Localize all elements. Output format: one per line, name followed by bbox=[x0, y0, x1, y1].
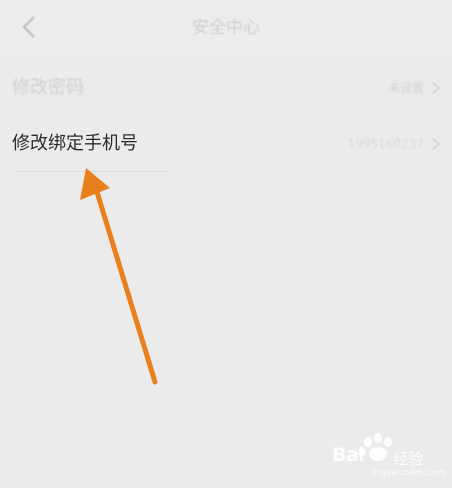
change-password-label: 修改密码 bbox=[12, 77, 84, 98]
row-divider bbox=[16, 171, 168, 172]
change-password-row[interactable]: 修改密码 未设置 bbox=[0, 60, 452, 116]
change-password-status: 未设置 bbox=[387, 81, 424, 95]
watermark-brand: Bai bbox=[332, 444, 365, 466]
change-bound-phone-row[interactable]: 修改绑定手机号 1995160237 bbox=[0, 116, 452, 172]
watermark-product: 经验 bbox=[393, 450, 424, 468]
bound-phone-number: 1995160237 bbox=[347, 137, 424, 151]
top-bar: 安全中心 bbox=[0, 0, 452, 56]
chevron-right-icon bbox=[432, 82, 441, 94]
chevron-right-icon bbox=[432, 138, 441, 150]
change-bound-phone-label: 修改绑定手机号 bbox=[12, 133, 138, 154]
watermark-url: jingyan.baidu.com bbox=[372, 468, 446, 477]
page-title: 安全中心 bbox=[192, 18, 260, 38]
